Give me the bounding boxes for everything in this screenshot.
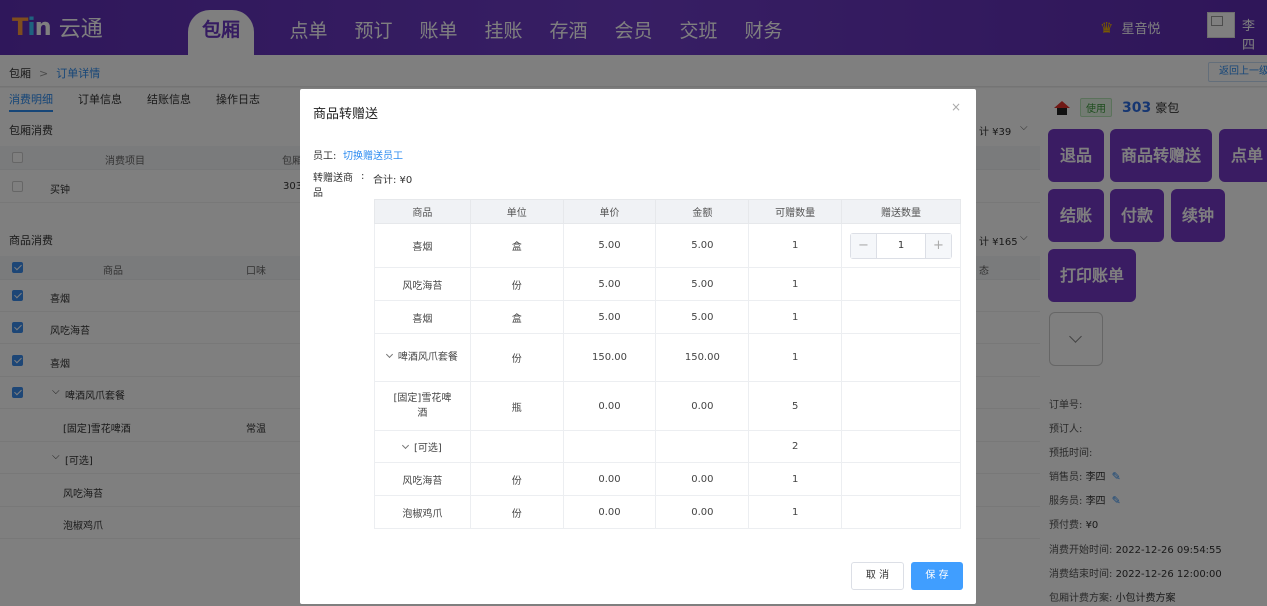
- goods-name: 喜烟: [374, 223, 471, 268]
- table-row[interactable]: [固定]雪花啤酒 瓶 0.00 0.00 5: [374, 381, 961, 431]
- table-row[interactable]: 风吃海苔 份 0.00 0.00 1: [374, 462, 961, 496]
- goods-unit: 份: [470, 333, 564, 382]
- dialog-title: 商品转赠送: [313, 107, 379, 122]
- minus-icon[interactable]: −: [851, 233, 877, 258]
- header-goods: 商品: [374, 199, 471, 224]
- goods-available-qty: 2: [748, 430, 843, 463]
- goods-unit: 瓶: [470, 381, 564, 431]
- chevron-down-icon[interactable]: [401, 441, 410, 450]
- goods-available-qty: 1: [748, 267, 843, 301]
- goods-available-qty: 5: [748, 381, 843, 431]
- header-price: 单价: [562, 199, 657, 224]
- goods-available-qty: 1: [748, 495, 843, 529]
- goods-available-qty: 1: [748, 223, 843, 268]
- header-gift-qty: 赠送数量: [841, 199, 961, 224]
- goods-amount: 0.00: [655, 462, 750, 496]
- gift-qty-cell: [841, 267, 961, 301]
- goods-available-qty: 1: [748, 300, 843, 334]
- goods-price: [563, 430, 657, 463]
- goods-name-cell: [可选]: [374, 430, 471, 463]
- goods-price: 0.00: [563, 495, 657, 529]
- goods-name: 风吃海苔: [374, 267, 471, 301]
- close-icon[interactable]: ×: [951, 100, 961, 114]
- table-row[interactable]: 喜烟 盒 5.00 5.00 1 − 1 +: [374, 223, 961, 268]
- goods-available-qty: 1: [748, 333, 843, 382]
- goods-name: 泡椒鸡爪: [374, 495, 471, 529]
- gift-qty-cell: [841, 381, 961, 431]
- goods-unit: 份: [470, 462, 564, 496]
- goods-amount: [655, 430, 750, 463]
- goods-price: 150.00: [563, 333, 657, 382]
- gift-qty-cell: − 1 +: [841, 223, 961, 268]
- goods-name-cell: 啤酒风爪套餐: [374, 333, 471, 382]
- gift-goods-label: 转赠送商品: [313, 171, 359, 201]
- table-row[interactable]: 喜烟 盒 5.00 5.00 1: [374, 300, 961, 334]
- gift-quantity-input[interactable]: 1: [877, 240, 925, 251]
- goods-name: 喜烟: [374, 300, 471, 334]
- chevron-down-icon[interactable]: [385, 350, 393, 359]
- table-row[interactable]: 啤酒风爪套餐 份 150.00 150.00 1: [374, 333, 961, 382]
- employee-label: 员工:: [313, 151, 337, 162]
- table-row[interactable]: [可选] 2: [374, 430, 961, 463]
- gift-qty-cell: [841, 333, 961, 382]
- goods-name: 风吃海苔: [374, 462, 471, 496]
- goods-amount: 0.00: [655, 495, 750, 529]
- goods-price: 5.00: [563, 300, 657, 334]
- goods-name: [可选]: [414, 443, 442, 454]
- table-row[interactable]: 泡椒鸡爪 份 0.00 0.00 1: [374, 495, 961, 529]
- goods-name: 啤酒风爪套餐: [397, 352, 458, 363]
- goods-unit: [470, 430, 564, 463]
- goods-price: 5.00: [563, 223, 657, 268]
- goods-available-qty: 1: [748, 462, 843, 496]
- gift-qty-cell: [841, 430, 961, 463]
- goods-amount: 0.00: [655, 381, 750, 431]
- goods-price: 0.00: [563, 381, 657, 431]
- goods-amount: 5.00: [655, 223, 750, 268]
- goods-price: 5.00: [563, 267, 657, 301]
- gift-goods-colon: :: [361, 171, 365, 182]
- header-unit: 单位: [469, 199, 564, 224]
- cancel-button[interactable]: 取 消: [851, 562, 904, 590]
- goods-unit: 盒: [470, 223, 564, 268]
- gift-qty-cell: [841, 300, 961, 334]
- goods-price: 0.00: [563, 462, 657, 496]
- switch-employee-link[interactable]: 切换赠送员工: [343, 147, 403, 162]
- goods-name: [固定]雪花啤酒: [374, 381, 471, 431]
- header-available-qty: 可赠数量: [748, 199, 843, 224]
- goods-amount: 150.00: [655, 333, 750, 382]
- goods-amount: 5.00: [655, 300, 750, 334]
- goods-unit: 盒: [470, 300, 564, 334]
- gift-qty-cell: [841, 462, 961, 496]
- gift-qty-cell: [841, 495, 961, 529]
- goods-amount: 5.00: [655, 267, 750, 301]
- goods-unit: 份: [470, 267, 564, 301]
- header-amount: 金额: [655, 199, 750, 224]
- gift-goods-label-text: 转赠送商品: [313, 173, 353, 199]
- gift-quantity-stepper: − 1 +: [850, 232, 952, 259]
- save-button[interactable]: 保 存: [911, 562, 963, 590]
- table-header-row: 商品 单位 单价 金额 可赠数量 赠送数量: [374, 199, 961, 224]
- goods-unit: 份: [470, 495, 564, 529]
- gift-total: 合计: ¥0: [373, 175, 413, 186]
- table-row[interactable]: 风吃海苔 份 5.00 5.00 1: [374, 267, 961, 301]
- plus-icon[interactable]: +: [925, 233, 951, 258]
- gift-goods-table: 商品 单位 单价 金额 可赠数量 赠送数量 喜烟 盒 5.00 5.00 1 −…: [374, 199, 961, 529]
